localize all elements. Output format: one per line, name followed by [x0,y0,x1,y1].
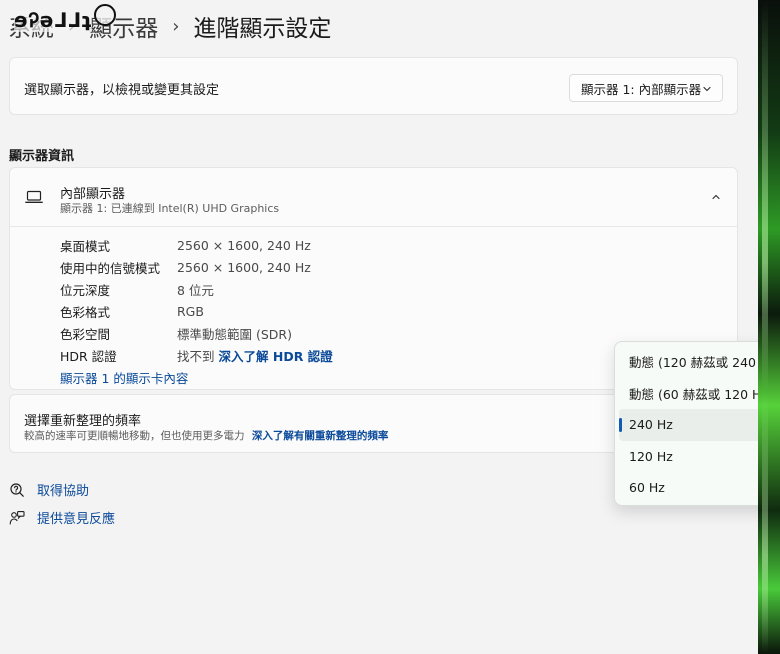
display-info-header[interactable]: 內部顯示器 顯示器 1: 已連線到 Intel(R) UHD Graphics [10,168,737,227]
get-help-link[interactable]: 取得協助 [9,480,89,499]
select-display-card: 選取顯示器，以檢視或變更其設定 顯示器 1: 內部顯示器 [9,57,738,115]
refresh-option-dynamic-120[interactable]: 動態 (60 赫茲或 120 Hz) [619,378,773,410]
refresh-option-dynamic-240[interactable]: 動態 (120 赫茲或 240 Hz) [619,346,780,378]
refresh-rate-flyout: 動態 (120 赫茲或 240 Hz) 動態 (60 赫茲或 120 Hz) 2… [614,341,780,506]
refresh-rate-description: 較高的速率可更順暢地移動，但也使用更多電力 深入了解有關重新整理的頻率 [24,428,388,443]
info-value: 2560 × 1600, 240 Hz [177,259,311,275]
info-key: HDR 認證 [60,348,117,364]
info-row-color-space: 色彩空間 標準動態範圍 (SDR) [60,322,333,344]
get-help-label: 取得協助 [37,484,90,499]
help-icon [9,481,27,499]
display-info-section-title: 顯示器資訊 [9,149,75,164]
adapter-properties-link[interactable]: 顯示器 1 的顯示卡內容 [60,368,188,387]
advanced-display-settings-page: 系統 › 顯示器 › 進階顯示設定 ɘᎮǝ⅃⅃ʇ 選取顯示器，以檢視或變更其設定… [0,0,780,654]
breadcrumb-display[interactable]: 顯示器 [89,9,158,43]
desktop-wallpaper-edge [758,0,780,654]
display-info-rows: 桌面模式 2560 × 1600, 240 Hz 使用中的信號模式 2560 ×… [60,234,333,366]
info-key: 色彩格式 [60,304,111,320]
info-row-bit-depth: 位元深度 8 位元 [60,278,333,300]
chevron-down-icon [703,86,711,92]
info-value: 標準動態範圍 (SDR) [177,326,292,342]
laptop-icon [25,190,43,203]
refresh-rate-description-text: 較高的速率可更順暢地移動，但也使用更多電力 [24,430,245,442]
refresh-option-120hz[interactable]: 120 Hz [619,441,769,473]
breadcrumb-separator: › [172,15,180,37]
breadcrumb-separator: › [68,15,76,37]
info-key: 位元深度 [60,282,111,298]
info-value: 8 位元 [177,282,214,298]
refresh-rate-title: 選擇重新整理的頻率 [24,414,142,429]
display-select-dropdown[interactable]: 顯示器 1: 內部顯示器 [569,74,723,102]
feedback-link[interactable]: 提供意見反應 [9,508,115,527]
page-title: 進階顯示設定 [193,16,332,42]
info-row-active-signal-mode: 使用中的信號模式 2560 × 1600, 240 Hz [60,256,333,278]
feedback-label: 提供意見反應 [37,512,116,527]
info-key: 色彩空間 [60,326,111,342]
info-key: 使用中的信號模式 [60,260,161,276]
refresh-option-60hz[interactable]: 60 Hz [619,472,769,504]
info-value: RGB [177,303,204,319]
info-value: 找不到 [177,348,215,364]
chevron-up-icon[interactable] [711,192,721,202]
hdr-learn-more-link[interactable]: 深入了解 HDR 認證 [219,346,333,365]
breadcrumb: 系統 › 顯示器 › 進階顯示設定 [8,9,332,43]
display-connection: 顯示器 1: 已連線到 Intel(R) UHD Graphics [60,202,280,215]
display-select-value: 顯示器 1: 內部顯示器 [581,81,702,97]
refresh-option-240hz[interactable]: 240 Hz [619,409,769,441]
breadcrumb-system[interactable]: 系統 [8,9,54,43]
info-row-hdr-certification: HDR 認證 找不到 深入了解 HDR 認證 [60,344,333,366]
info-row-color-format: 色彩格式 RGB [60,300,333,322]
info-key: 桌面模式 [60,238,111,254]
info-row-desktop-mode: 桌面模式 2560 × 1600, 240 Hz [60,234,333,256]
info-value: 2560 × 1600, 240 Hz [177,237,311,253]
select-display-label: 選取顯示器，以檢視或變更其設定 [24,83,220,98]
refresh-rate-learn-more-link[interactable]: 深入了解有關重新整理的頻率 [252,430,389,442]
feedback-icon [9,509,27,527]
